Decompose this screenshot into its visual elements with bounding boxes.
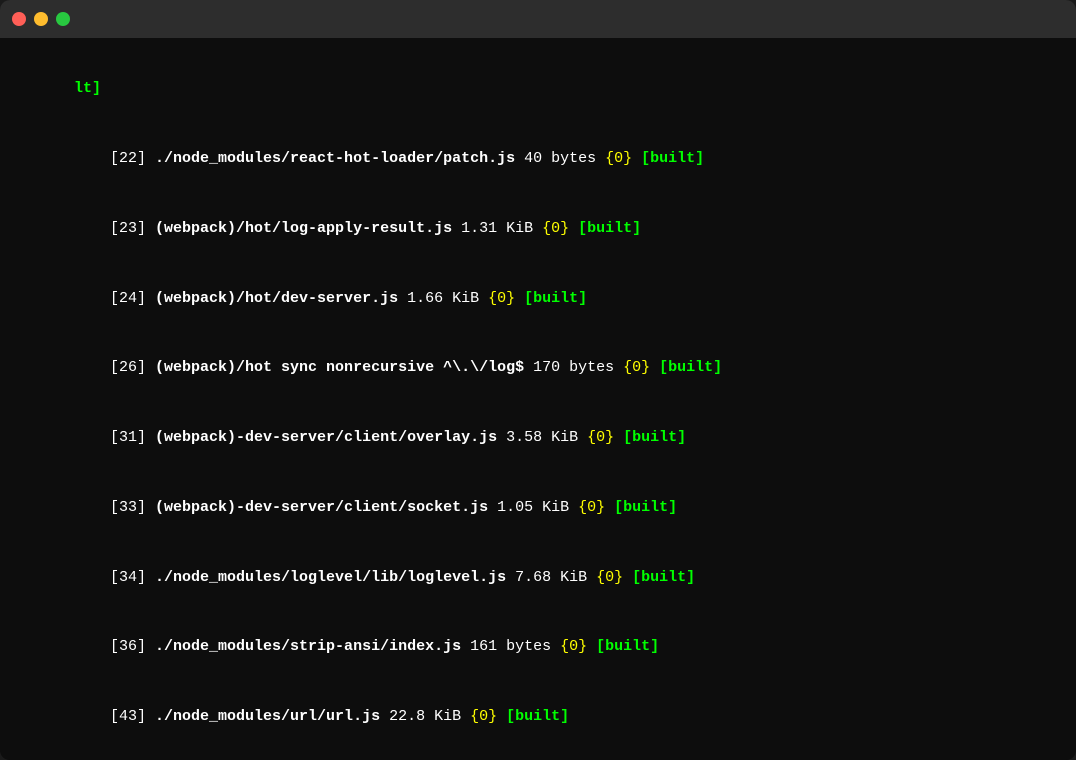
text-segment: [632, 150, 641, 167]
text-segment: {0}: [605, 150, 632, 167]
text-segment: [497, 708, 506, 725]
text-segment: [built]: [578, 220, 641, 237]
text-segment: {0}: [542, 220, 569, 237]
text-segment: [built]: [623, 429, 686, 446]
text-segment: ./node_modules/loglevel/lib/loglevel.js: [155, 569, 506, 586]
text-segment: [569, 220, 578, 237]
terminal-line: [44] (webpack)-dev-server/client?http://…: [20, 752, 1056, 760]
text-segment: 7.68 KiB: [506, 569, 596, 586]
text-segment: [587, 638, 596, 655]
text-segment: [614, 429, 623, 446]
text-segment: ./node_modules/react-hot-loader/patch.js: [155, 150, 515, 167]
text-segment: {0}: [488, 290, 515, 307]
text-segment: [built]: [641, 150, 704, 167]
text-segment: {0}: [470, 708, 497, 725]
text-segment: [24]: [74, 290, 155, 307]
terminal-line: [22] ./node_modules/react-hot-loader/pat…: [20, 124, 1056, 194]
terminal-line: [33] (webpack)-dev-server/client/socket.…: [20, 473, 1056, 543]
text-segment: ./node_modules/strip-ansi/index.js: [155, 638, 461, 655]
text-segment: (webpack)/hot/dev-server.js: [155, 290, 398, 307]
terminal-line: [36] ./node_modules/strip-ansi/index.js …: [20, 612, 1056, 682]
text-segment: (webpack)-dev-server/client/overlay.js: [155, 429, 497, 446]
titlebar: [0, 0, 1076, 38]
text-segment: 161 bytes: [461, 638, 560, 655]
text-segment: 1.66 KiB: [398, 290, 488, 307]
terminal-line: [31] (webpack)-dev-server/client/overlay…: [20, 403, 1056, 473]
text-segment: [built]: [524, 290, 587, 307]
terminal-line: [34] ./node_modules/loglevel/lib/logleve…: [20, 542, 1056, 612]
text-segment: (webpack)-dev-server/client/socket.js: [155, 499, 488, 516]
text-segment: 40 bytes: [515, 150, 605, 167]
text-segment: (webpack)/hot/log-apply-result.js: [155, 220, 452, 237]
minimize-button[interactable]: [34, 12, 48, 26]
terminal-line: [23] (webpack)/hot/log-apply-result.js 1…: [20, 194, 1056, 264]
text-segment: [built]: [632, 569, 695, 586]
text-segment: [605, 499, 614, 516]
text-segment: [built]: [659, 359, 722, 376]
terminal-window: lt] [22] ./node_modules/react-hot-loader…: [0, 0, 1076, 760]
text-segment: [26]: [74, 359, 155, 376]
terminal-line: [26] (webpack)/hot sync nonrecursive ^\.…: [20, 333, 1056, 403]
terminal-line: [24] (webpack)/hot/dev-server.js 1.66 Ki…: [20, 263, 1056, 333]
text-segment: [36]: [74, 638, 155, 655]
text-segment: 3.58 KiB: [497, 429, 587, 446]
close-button[interactable]: [12, 12, 26, 26]
text-segment: 1.05 KiB: [488, 499, 578, 516]
text-segment: [623, 569, 632, 586]
text-segment: lt]: [74, 80, 101, 97]
text-segment: 22.8 KiB: [380, 708, 470, 725]
text-segment: [33]: [74, 499, 155, 516]
text-segment: {0}: [560, 638, 587, 655]
text-segment: [43]: [74, 708, 155, 725]
terminal-body[interactable]: lt] [22] ./node_modules/react-hot-loader…: [0, 38, 1076, 760]
text-segment: [built]: [506, 708, 569, 725]
terminal-line: [43] ./node_modules/url/url.js 22.8 KiB …: [20, 682, 1056, 752]
text-segment: {0}: [596, 569, 623, 586]
text-segment: [650, 359, 659, 376]
text-segment: [22]: [74, 150, 155, 167]
text-segment: {0}: [623, 359, 650, 376]
text-segment: ./node_modules/url/url.js: [155, 708, 380, 725]
text-segment: [31]: [74, 429, 155, 446]
text-segment: [515, 290, 524, 307]
text-segment: 1.31 KiB: [452, 220, 542, 237]
text-segment: 170 bytes: [524, 359, 623, 376]
text-segment: (webpack)/hot sync nonrecursive ^\.\/log…: [155, 359, 524, 376]
text-segment: {0}: [587, 429, 614, 446]
text-segment: [34]: [74, 569, 155, 586]
text-segment: [built]: [614, 499, 677, 516]
maximize-button[interactable]: [56, 12, 70, 26]
text-segment: {0}: [578, 499, 605, 516]
text-segment: [23]: [74, 220, 155, 237]
text-segment: [built]: [596, 638, 659, 655]
terminal-line: lt]: [20, 54, 1056, 124]
